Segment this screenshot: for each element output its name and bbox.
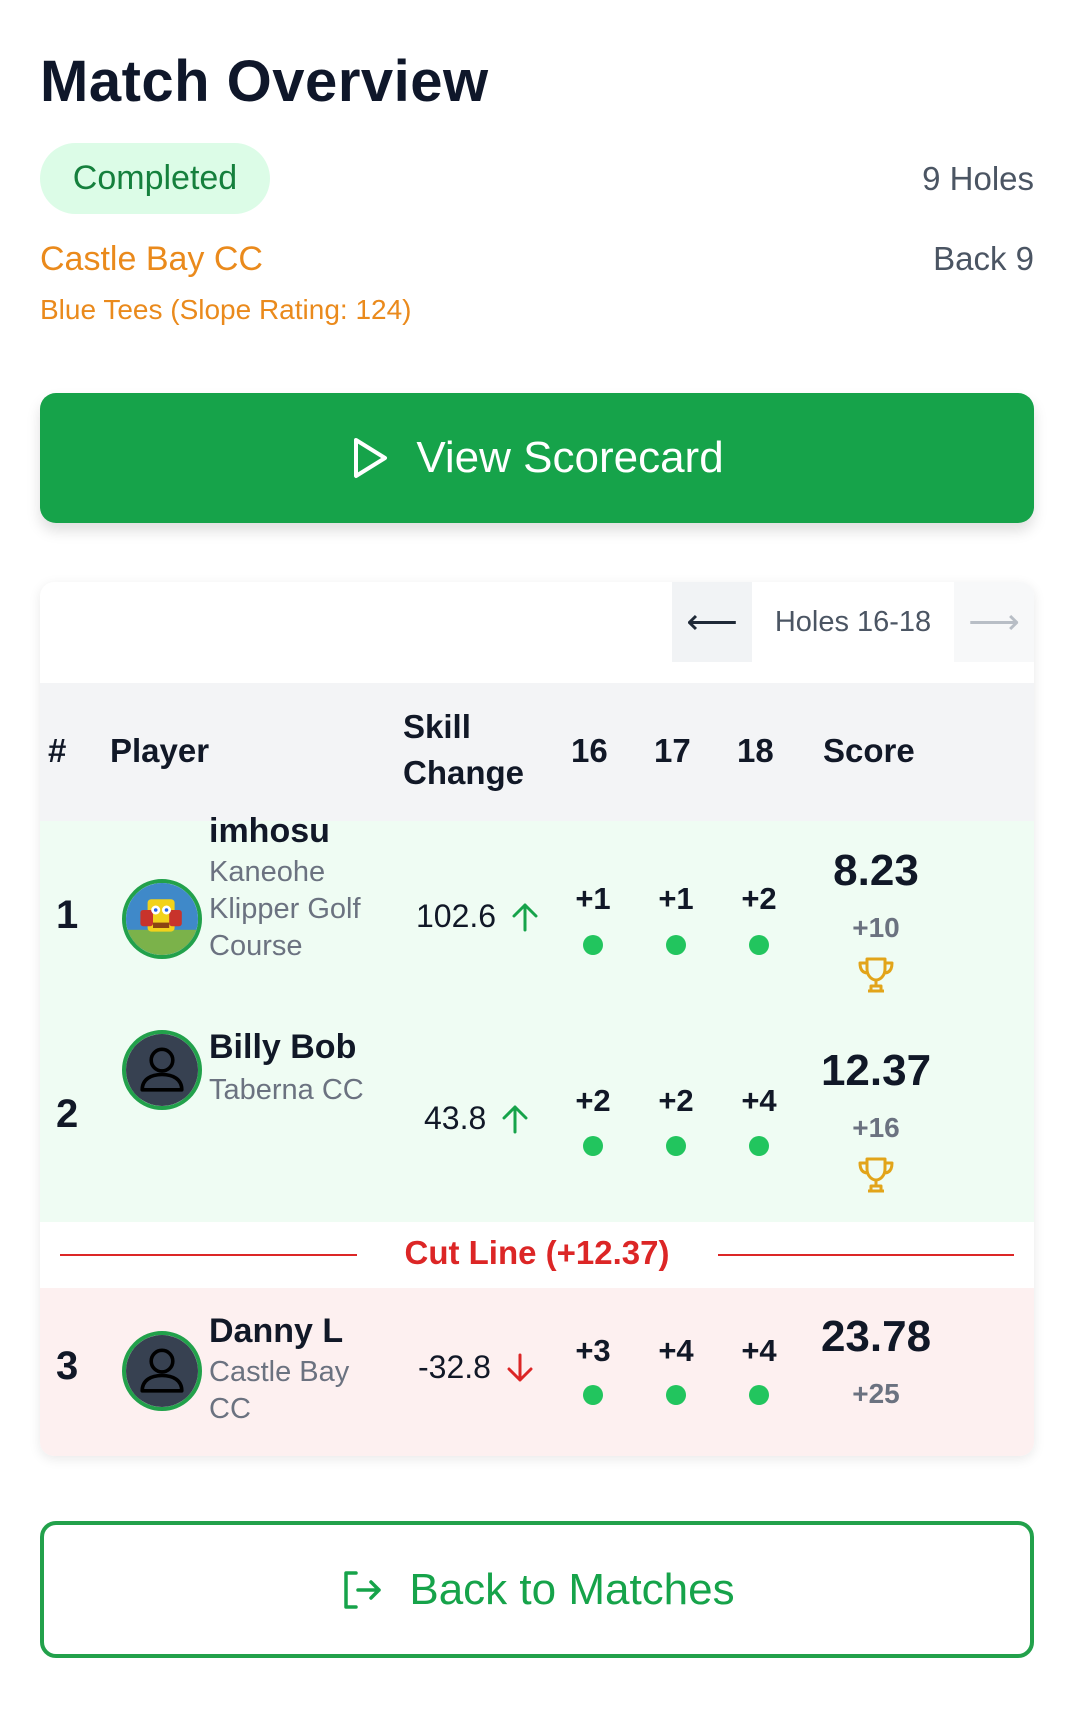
leaderboard-card: ⟵ Holes 16-18 ⟶ # Player Skill Change 16… [40, 582, 1034, 1456]
play-icon [354, 438, 388, 478]
view-scorecard-label: View Scorecard [416, 433, 724, 482]
hole-score-18: +2 [741, 881, 777, 916]
arrow-down-icon [507, 1353, 533, 1381]
cut-line-title: Cut Line [404, 1234, 537, 1271]
skill-change-value: 102.6 [416, 898, 497, 934]
cut-line: Cut Line (+12.37) [40, 1222, 1034, 1288]
score-diff: +25 [852, 1378, 900, 1409]
table-row[interactable]: 1 imhosu Kaneohe Klipper Golf Course 102… [40, 812, 1034, 1021]
column-hole-18: 18 [737, 732, 774, 769]
holes-count: 9 Holes [922, 160, 1034, 197]
score-diff: +16 [852, 1112, 900, 1143]
player-club-line: Klipper Golf [209, 893, 361, 925]
avatar [122, 879, 202, 959]
view-scorecard-button[interactable]: View Scorecard [40, 393, 1034, 523]
total-score: 23.78 [820, 1312, 932, 1361]
status-dot [666, 1136, 686, 1156]
hole-score-18: +4 [741, 1083, 777, 1118]
player-club-line: Taberna CC [209, 1074, 364, 1106]
hole-score-17: +2 [658, 1083, 694, 1118]
course-name: Castle Bay CC [40, 240, 263, 278]
status-dot [749, 1136, 769, 1156]
column-hole-17: 17 [654, 732, 691, 769]
status-dot [749, 935, 769, 955]
status-dot [749, 1385, 769, 1405]
skill-change: 102.6 [416, 898, 540, 935]
column-hole-16: 16 [571, 732, 608, 769]
status-dot [666, 1385, 686, 1405]
tees-info: Blue Tees (Slope Rating: 124) [40, 294, 412, 325]
column-score: Score [823, 732, 915, 769]
player-name[interactable]: Danny L [209, 1312, 343, 1351]
page-title: Match Overview [40, 49, 489, 114]
column-skill-line1: Skill [403, 708, 471, 745]
column-player: Player [110, 732, 210, 769]
back-to-matches-button[interactable]: Back to Matches [40, 1521, 1034, 1658]
cut-line-value: (+12.37) [545, 1234, 670, 1271]
column-skill-change: Skill Change [403, 704, 524, 796]
status-dot [583, 935, 603, 955]
status-dot [666, 935, 686, 955]
hole-range-label: Holes 16-18 [774, 605, 932, 638]
arrow-up-icon [512, 903, 538, 931]
hole-score-16: +1 [575, 881, 611, 916]
player-club-line: Castle Bay [209, 1356, 350, 1388]
player-club: Kaneohe Klipper Golf Course [209, 854, 361, 965]
cut-line-label: Cut Line (+12.37) [40, 1234, 1034, 1272]
player-name[interactable]: Billy Bob [209, 1028, 356, 1067]
player-club-line: Kaneohe [209, 856, 326, 888]
nine-label: Back 9 [933, 240, 1034, 277]
back-to-matches-label: Back to Matches [409, 1564, 735, 1614]
rank: 3 [56, 1344, 79, 1388]
hole-score-16: +2 [575, 1083, 611, 1118]
player-club: Castle Bay CC [209, 1354, 349, 1428]
score-diff: +10 [852, 912, 900, 943]
skill-change-value: -32.8 [418, 1349, 491, 1385]
cut-line-rule-right [718, 1254, 1014, 1256]
exit-icon [344, 1570, 382, 1609]
rank: 1 [56, 893, 79, 937]
total-score: 8.23 [833, 846, 919, 895]
trophy-icon [858, 1157, 894, 1193]
trophy-icon [858, 957, 894, 993]
avatar [122, 1331, 202, 1411]
arrow-right-icon[interactable]: ⟶ [954, 582, 1034, 662]
skill-change: 43.8 [424, 1100, 530, 1137]
column-skill-line2: Change [403, 754, 525, 791]
player-club-line: CC [209, 1393, 251, 1425]
rank: 2 [56, 1092, 79, 1136]
arrow-left-icon[interactable]: ⟵ [672, 582, 752, 662]
column-rank: # [48, 732, 67, 769]
avatar [122, 1030, 202, 1110]
player-name[interactable]: imhosu [209, 812, 330, 851]
skill-change: -32.8 [418, 1349, 535, 1386]
status-badge: Completed [40, 143, 270, 214]
total-score: 12.37 [820, 1046, 932, 1095]
status-dot [583, 1385, 603, 1405]
status-dot [583, 1136, 603, 1156]
hole-score-16: +3 [575, 1333, 611, 1368]
player-club: Taberna CC [209, 1072, 364, 1109]
table-row[interactable]: 2 Billy Bob Taberna CC 43.8 +2 +2 +4 12.… [40, 1021, 1034, 1222]
hole-score-18: +4 [741, 1333, 777, 1368]
player-club-line: Course [209, 930, 303, 962]
hole-navigation: ⟵ Holes 16-18 ⟶ [672, 582, 1034, 662]
hole-score-17: +1 [658, 881, 694, 916]
hole-score-17: +4 [658, 1333, 694, 1368]
arrow-up-icon [502, 1105, 528, 1133]
table-row[interactable]: 3 Danny L Castle Bay CC -32.8 +3 +4 +4 2… [40, 1288, 1034, 1456]
skill-change-value: 43.8 [424, 1100, 487, 1136]
table-header: # Player Skill Change 16 17 18 Score [40, 683, 1034, 821]
